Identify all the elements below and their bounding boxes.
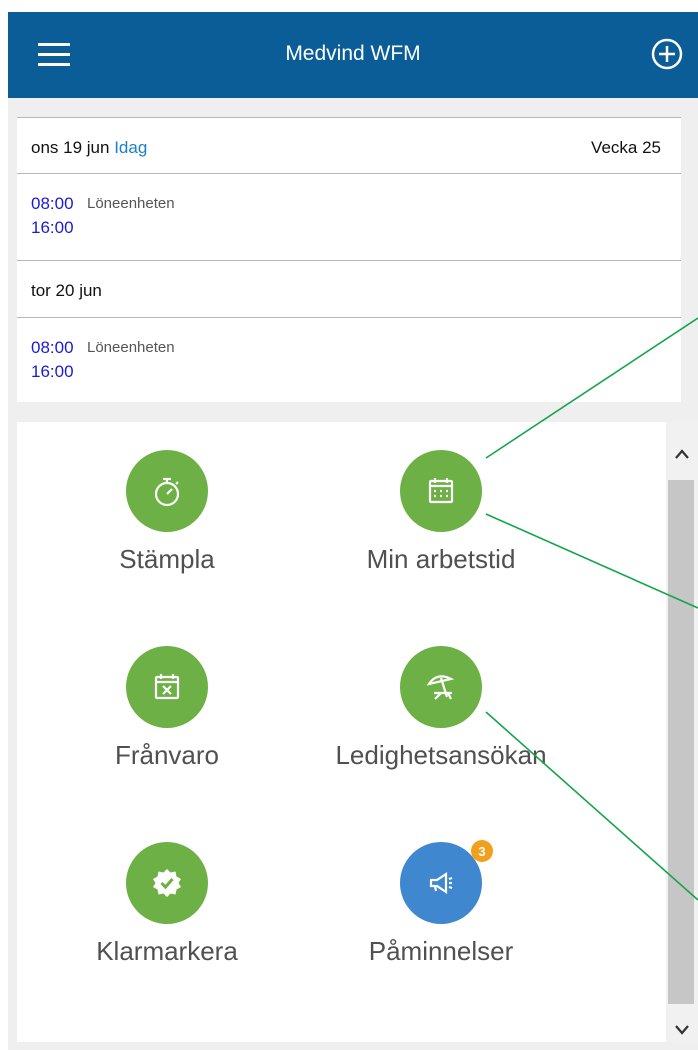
notification-badge: 3 — [471, 840, 493, 862]
tile-ledighetsansokan[interactable]: Ledighetsansökan — [291, 646, 591, 796]
day-header[interactable]: tor 20 jun — [17, 261, 681, 318]
tile-menu: Stämpla Min arbetstid Frånvaro Ledighets… — [17, 422, 681, 1042]
shift-unit: Löneenheten — [87, 339, 175, 356]
shift-end-time: 16:00 — [31, 362, 74, 381]
chevron-up-icon[interactable] — [666, 442, 698, 466]
tile-stampla[interactable]: Stämpla — [17, 450, 317, 600]
tile-label: Påminnelser — [368, 936, 514, 966]
stopwatch-icon — [126, 450, 208, 532]
today-label: Idag — [114, 138, 148, 157]
day-header-today[interactable]: ons 19 jun Idag Vecka 25 — [17, 118, 681, 174]
tile-paminnelser[interactable]: 3 Påminnelser — [291, 840, 591, 992]
calendar-icon — [400, 450, 482, 532]
shift-start-time: 08:00 — [31, 338, 74, 357]
tile-min-arbetstid[interactable]: Min arbetstid — [291, 450, 591, 600]
check-badge-icon — [126, 842, 208, 924]
tile-label: Min arbetstid — [366, 544, 516, 574]
shift-entry[interactable]: 08:00 16:00 Löneenheten — [17, 318, 681, 403]
tile-klarmarkera[interactable]: Klarmarkera — [17, 842, 317, 992]
calendar-cross-icon — [126, 646, 208, 728]
app-header: Medvind WFM — [8, 12, 698, 98]
tile-label: Ledighetsansökan — [335, 740, 547, 770]
app-title: Medvind WFM — [285, 42, 421, 65]
shift-entry[interactable]: 08:00 16:00 Löneenheten — [17, 174, 681, 261]
tile-franvaro[interactable]: Frånvaro — [17, 646, 317, 796]
day-date: tor 20 jun — [31, 281, 102, 300]
chevron-down-icon[interactable] — [666, 1018, 698, 1042]
shift-start-time: 08:00 — [31, 194, 74, 213]
plus-circle-icon[interactable] — [650, 37, 684, 71]
scrollbar-thumb[interactable] — [668, 480, 694, 1004]
shift-end-time: 16:00 — [31, 218, 74, 237]
day-date: ons 19 jun — [31, 138, 110, 157]
schedule-list: ons 19 jun Idag Vecka 25 08:00 16:00 Lön… — [17, 117, 681, 402]
beach-umbrella-icon — [400, 646, 482, 728]
shift-unit: Löneenheten — [87, 195, 175, 212]
scrollbar[interactable] — [666, 422, 698, 1042]
week-label: Vecka 25 — [591, 138, 661, 157]
megaphone-icon — [400, 842, 482, 924]
